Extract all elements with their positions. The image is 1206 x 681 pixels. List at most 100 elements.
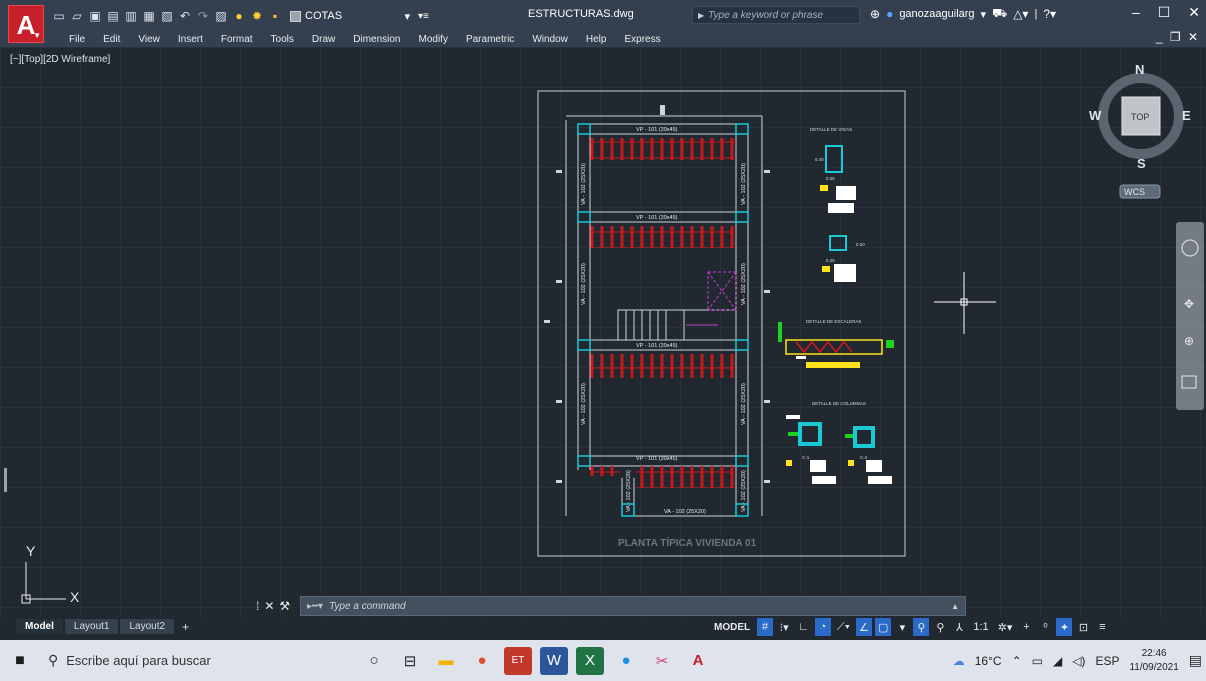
lightbulb-icon[interactable]: ●: [232, 9, 246, 23]
menu-dimension[interactable]: Dimension: [344, 34, 409, 45]
annotation-visibility-icon[interactable]: ▾: [894, 618, 910, 636]
isolate-objects-icon[interactable]: ✦: [1056, 618, 1073, 636]
autocad-taskbar-icon[interactable]: A: [684, 647, 712, 675]
menu-view[interactable]: View: [129, 34, 169, 45]
customize-qat-icon[interactable]: ▾≡: [418, 11, 429, 22]
help-icon[interactable]: ?▾: [1043, 7, 1056, 21]
help-search[interactable]: ▶: [692, 6, 860, 24]
weather-icon[interactable]: ☁: [953, 654, 965, 668]
zoom-icon[interactable]: ⊕: [1184, 334, 1194, 348]
tab-layout2[interactable]: Layout2: [120, 619, 175, 634]
units-icon[interactable]: ⁰: [1037, 618, 1053, 636]
save-icon[interactable]: ▣: [88, 9, 102, 23]
infer-constraints-icon[interactable]: ∟: [795, 618, 812, 636]
plus-icon[interactable]: +: [1018, 618, 1034, 636]
taskbar-search[interactable]: ⚲ Escribe aquí para buscar: [40, 646, 260, 676]
autoscale-icon[interactable]: ⚲: [932, 618, 948, 636]
annotation-person-icon[interactable]: ⅄: [951, 618, 967, 636]
menu-tools[interactable]: Tools: [262, 34, 303, 45]
command-input-box[interactable]: ▸━▾ ▲: [300, 596, 966, 616]
navigation-bar[interactable]: ✥ ⊕: [1176, 222, 1204, 410]
plot-icon[interactable]: ▦: [142, 9, 156, 23]
a360-icon[interactable]: △▾: [1013, 7, 1028, 21]
open-folder-icon[interactable]: ▱: [70, 9, 84, 23]
menu-file[interactable]: File: [60, 34, 94, 45]
cart-icon[interactable]: ⛟: [992, 6, 1007, 22]
excel-icon[interactable]: X: [576, 646, 604, 675]
recent-commands-icon[interactable]: ▸━▾: [307, 601, 323, 612]
redo-icon[interactable]: ↷: [196, 9, 210, 23]
grid-icon[interactable]: #: [757, 618, 774, 636]
et-app-icon[interactable]: ET: [504, 646, 532, 675]
web-mobile-icon[interactable]: ▥: [124, 9, 138, 23]
menu-format[interactable]: Format: [212, 34, 262, 45]
menu-insert[interactable]: Insert: [169, 34, 212, 45]
edge-icon[interactable]: ●: [612, 647, 640, 675]
user-icon[interactable]: ●: [886, 7, 893, 21]
pan-icon[interactable]: ✥: [1184, 297, 1194, 311]
user-name[interactable]: ganozaaguilarg: [899, 8, 974, 20]
close-icon[interactable]: ✕: [264, 599, 274, 613]
model-space-button[interactable]: MODEL: [710, 618, 754, 636]
battery-icon[interactable]: ▭: [1032, 654, 1043, 668]
compass-south[interactable]: S: [1137, 156, 1146, 171]
annotation-scale-icon[interactable]: ⚲: [913, 618, 930, 636]
windows-start-icon[interactable]: ■: [0, 652, 40, 670]
fullscreen-icon[interactable]: ⊡: [1075, 618, 1091, 636]
word-icon[interactable]: W: [540, 646, 568, 675]
tab-layout1[interactable]: Layout1: [64, 619, 119, 634]
menu-parametric[interactable]: Parametric: [457, 34, 523, 45]
network-icon[interactable]: ◢: [1053, 654, 1062, 668]
compass-west[interactable]: W: [1089, 108, 1102, 123]
compass-north[interactable]: N: [1135, 62, 1144, 77]
command-input[interactable]: [329, 600, 930, 612]
lock-icon[interactable]: ▪: [268, 9, 282, 23]
match-properties-icon[interactable]: ▨: [214, 9, 228, 23]
command-grip-icon[interactable]: ⁞: [256, 599, 259, 613]
snip-tool-icon[interactable]: ✂: [648, 647, 676, 675]
wrench-icon[interactable]: ⚒: [279, 599, 290, 613]
undo-icon[interactable]: ↶: [178, 9, 192, 23]
minimize-icon[interactable]: –: [1132, 4, 1140, 21]
menu-modify[interactable]: Modify: [410, 34, 457, 45]
menu-help[interactable]: Help: [577, 34, 616, 45]
language-indicator[interactable]: ESP: [1095, 654, 1119, 668]
isodraft-icon[interactable]: ⟋▾: [834, 618, 853, 636]
cortana-icon[interactable]: ○: [360, 647, 388, 675]
task-view-icon[interactable]: ⊟: [396, 647, 424, 675]
wcs-label[interactable]: WCS: [1124, 187, 1145, 197]
gear-icon[interactable]: ✲▾: [995, 618, 1016, 636]
add-layout-icon[interactable]: +: [176, 620, 195, 634]
weather-temp[interactable]: 16°C: [975, 654, 1002, 668]
viewport-controls-label[interactable]: [−][Top][2D Wireframe]: [10, 54, 110, 65]
file-explorer-icon[interactable]: ▬: [432, 647, 460, 675]
clock[interactable]: 22:46 11/09/2021: [1129, 647, 1178, 675]
layer-dropdown[interactable]: COTAS ▾: [290, 10, 410, 23]
binoculars-icon[interactable]: ⊕: [870, 7, 880, 21]
new-file-icon[interactable]: ▭: [52, 9, 66, 23]
chevron-up-icon[interactable]: ▲: [951, 602, 959, 611]
menu-express[interactable]: Express: [615, 34, 669, 45]
document-window-controls[interactable]: _ ❐ ✕: [1156, 30, 1200, 44]
save-as-icon[interactable]: ▤: [106, 9, 120, 23]
polar-tracking-icon[interactable]: ◔: [814, 618, 831, 636]
drawing-canvas[interactable]: VP - 101 (30x45) VP - 101 (30x45) VP - 1…: [0, 47, 1206, 617]
customize-menu-icon[interactable]: ≡: [1094, 618, 1110, 636]
object-snap-tracking-icon[interactable]: ∠: [855, 618, 872, 636]
compass-east[interactable]: E: [1182, 108, 1191, 123]
chevron-down-icon[interactable]: ▾: [981, 8, 987, 21]
chrome-icon[interactable]: ●: [468, 647, 496, 675]
object-snap-icon[interactable]: ▢: [874, 618, 892, 636]
snap-icon[interactable]: ⁝▾: [776, 618, 792, 636]
tab-model[interactable]: Model: [16, 619, 63, 634]
close-icon[interactable]: ✕: [1188, 4, 1200, 21]
annotation-scale-value[interactable]: 1:1: [970, 618, 991, 636]
application-menu-button[interactable]: A ▼: [8, 5, 44, 43]
menu-window[interactable]: Window: [523, 34, 577, 45]
chevron-up-icon[interactable]: ⌃: [1012, 654, 1022, 668]
volume-icon[interactable]: ◁): [1072, 654, 1085, 668]
print-icon[interactable]: ▧: [160, 9, 174, 23]
menu-edit[interactable]: Edit: [94, 34, 129, 45]
help-search-input[interactable]: [708, 9, 859, 21]
viewcube-face-label[interactable]: TOP: [1131, 112, 1149, 122]
